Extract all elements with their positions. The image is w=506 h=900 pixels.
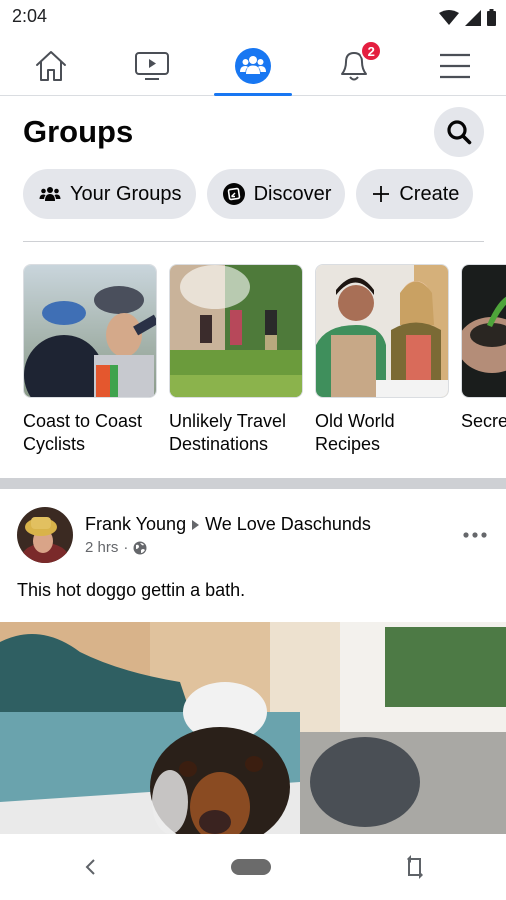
divider (23, 241, 484, 242)
top-nav: 2 (0, 36, 506, 96)
group-name: Unlikely Travel Destinations (169, 411, 287, 454)
discover-label: Discover (253, 182, 332, 205)
dot-separator: · (123, 539, 129, 556)
discover-icon (222, 183, 245, 205)
chip-row: Your Groups Discover Create (23, 169, 474, 219)
wifi-icon (439, 9, 459, 25)
create-label: Create (399, 182, 460, 205)
section-separator (0, 478, 506, 489)
post-author[interactable]: Frank Young (85, 514, 186, 535)
notification-badge: 2 (360, 40, 383, 62)
post-time[interactable]: 2 hrs (85, 539, 118, 556)
suggested-groups: Coast to Coast Cyclists Unlikely Travel … (23, 264, 506, 456)
post-image[interactable] (0, 622, 506, 834)
group-image-travel (169, 264, 303, 398)
people-icon (39, 187, 61, 201)
status-icons (439, 9, 496, 26)
post-meta: Frank Young We Love Daschunds 2 hrs · (85, 514, 460, 556)
globe-icon (133, 541, 147, 554)
home-button[interactable] (231, 859, 271, 875)
system-nav-bar (0, 834, 506, 900)
create-chip[interactable]: Create (356, 169, 474, 219)
group-card[interactable]: Unlikely Travel Destinations (169, 264, 303, 456)
discover-chip[interactable]: Discover (206, 169, 346, 219)
video-icon (134, 51, 169, 80)
more-icon (463, 532, 487, 538)
post-title: Frank Young We Love Daschunds (85, 514, 460, 535)
your-groups-label: Your Groups (70, 182, 182, 205)
your-groups-chip[interactable]: Your Groups (23, 169, 196, 219)
signal-icon (465, 9, 481, 26)
home-icon (35, 50, 66, 81)
group-image-seasons (461, 264, 506, 398)
groups-icon (235, 47, 271, 84)
search-button[interactable] (434, 107, 484, 157)
page-header: Groups (23, 104, 484, 160)
status-time: 2:04 (12, 6, 48, 26)
group-name: Coast to Coast Cyclists (23, 411, 143, 454)
group-card[interactable]: Old World Recipes (315, 264, 449, 456)
tab-menu[interactable] (405, 36, 506, 95)
group-name: Secret Seasons (461, 411, 506, 431)
post-text: This hot doggo gettin a bath. (17, 580, 246, 600)
tab-notifications[interactable]: 2 (304, 36, 405, 95)
group-card[interactable]: Coast to Coast Cyclists (23, 264, 157, 456)
tab-watch[interactable] (101, 36, 202, 95)
more-options-button[interactable] (460, 520, 490, 550)
page-title: Groups (23, 114, 134, 149)
group-image-cyclists (23, 264, 157, 398)
post-header: Frank Young We Love Daschunds 2 hrs · (17, 506, 490, 564)
hamburger-icon (440, 53, 471, 78)
back-icon[interactable] (84, 858, 96, 876)
plus-icon (373, 186, 390, 202)
avatar[interactable] (17, 507, 73, 563)
search-icon (447, 120, 472, 145)
tab-groups[interactable] (202, 36, 303, 96)
post-subtitle: 2 hrs · (85, 539, 460, 556)
battery-icon (487, 9, 496, 26)
caret-right-icon (192, 519, 200, 530)
rotate-icon[interactable] (406, 854, 424, 880)
group-card[interactable]: Secret Seasons (461, 264, 506, 456)
group-image-recipes (315, 264, 449, 398)
tab-home[interactable] (0, 36, 101, 95)
status-bar: 2:04 (0, 0, 506, 36)
group-name: Old World Recipes (315, 411, 395, 454)
post-group[interactable]: We Love Daschunds (205, 514, 371, 535)
